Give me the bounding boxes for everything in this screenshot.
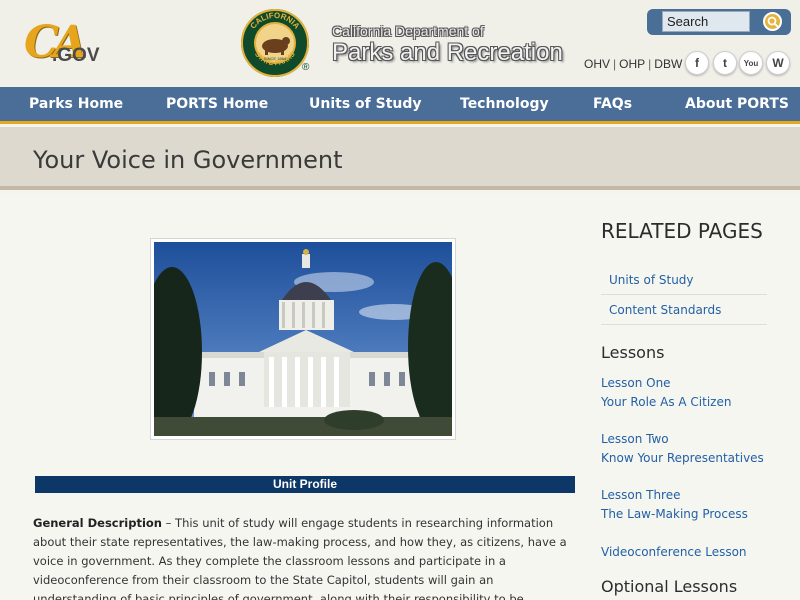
lesson-one-title[interactable]: Your Role As A Citizen: [601, 393, 731, 412]
desc-label: General Description: [33, 516, 162, 530]
lesson-three-title[interactable]: The Law-Making Process: [601, 505, 748, 524]
utility-links: OHV | OHP | DBW: [584, 57, 683, 71]
lesson-two-title[interactable]: Know Your Representatives: [601, 449, 764, 468]
general-description: General Description – This unit of study…: [33, 514, 578, 600]
nav-technology[interactable]: Technology: [460, 87, 549, 121]
optional-lessons-title: Optional Lessons: [601, 577, 738, 596]
main-nav: Parks Home PORTS Home Units of Study Tec…: [0, 87, 800, 124]
hero-image: [150, 238, 456, 440]
util-link-dbw[interactable]: DBW: [654, 57, 682, 71]
page-title: Your Voice in Government: [33, 146, 343, 174]
nav-parks-home[interactable]: Parks Home: [29, 87, 123, 121]
facebook-icon[interactable]: f: [685, 51, 709, 75]
nav-faqs[interactable]: FAQs: [593, 87, 632, 121]
ca-gov-logo[interactable]: CA .GOV: [24, 14, 100, 72]
lesson-two-number[interactable]: Lesson Two: [601, 430, 669, 449]
nav-units-of-study[interactable]: Units of Study: [309, 87, 422, 121]
capitol-building-image: [154, 242, 452, 436]
state-parks-seal-icon[interactable]: CALIFORNIA STATE PARKS SINCE 1864: [240, 8, 310, 78]
related-link-units-of-study[interactable]: Units of Study: [601, 265, 767, 295]
wordpress-icon[interactable]: W: [766, 51, 790, 75]
search-input[interactable]: [662, 11, 750, 32]
twitter-icon[interactable]: t: [713, 51, 737, 75]
videoconference-lesson-link[interactable]: Videoconference Lesson: [601, 543, 747, 562]
util-link-ohp[interactable]: OHP: [619, 57, 645, 71]
youtube-icon[interactable]: You: [739, 51, 763, 75]
lessons-title: Lessons: [601, 343, 665, 362]
nav-about-ports[interactable]: About PORTS: [685, 87, 789, 121]
search-icon: [767, 16, 779, 28]
unit-profile-bar: Unit Profile: [35, 476, 575, 493]
related-link-content-standards[interactable]: Content Standards: [601, 295, 767, 325]
search-button[interactable]: [763, 12, 782, 31]
seal-since-text: SINCE 1864: [264, 56, 287, 61]
lesson-one-number[interactable]: Lesson One: [601, 374, 671, 393]
ca-gov-logo-gov: .GOV: [52, 45, 100, 66]
related-pages-title: RELATED PAGES: [601, 219, 763, 243]
registered-mark: ®: [302, 62, 310, 73]
dept-name[interactable]: Parks and Recreation: [332, 38, 563, 68]
util-link-ohv[interactable]: OHV: [584, 57, 610, 71]
lesson-three-number[interactable]: Lesson Three: [601, 486, 681, 505]
nav-ports-home[interactable]: PORTS Home: [166, 87, 268, 121]
